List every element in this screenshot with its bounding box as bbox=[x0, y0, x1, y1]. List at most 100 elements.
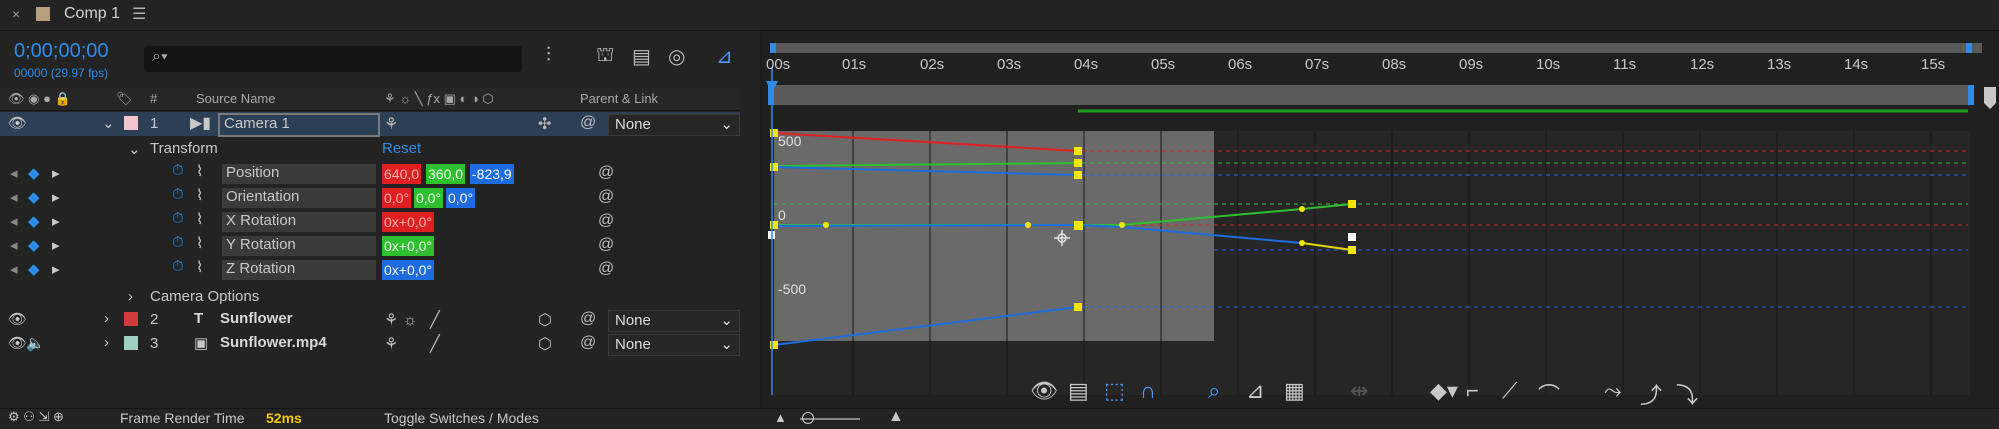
orientation-z-value[interactable]: 0,0° bbox=[446, 188, 476, 208]
eye-icon[interactable]: 👁 bbox=[1030, 378, 1058, 404]
motion-blur-icon[interactable]: ◎ bbox=[668, 44, 685, 69]
graph-icon[interactable]: ⌇ bbox=[196, 210, 203, 228]
hold-keyframe-icon[interactable]: ⌐ bbox=[1466, 378, 1479, 404]
stopwatch-icon[interactable]: ⏱ bbox=[172, 258, 184, 275]
close-icon[interactable]: × bbox=[12, 6, 20, 22]
chevron-right-icon[interactable]: › bbox=[104, 334, 109, 351]
next-keyframe-icon[interactable]: ▸ bbox=[52, 212, 60, 230]
shy-icon[interactable]: ⚘ bbox=[384, 114, 398, 134]
composition-flowchart-icon[interactable]: ⫶ bbox=[546, 44, 551, 67]
graph-editor-options-icon[interactable]: ▦ bbox=[1284, 378, 1305, 404]
3d-layer-icon[interactable]: ⬡ bbox=[538, 334, 552, 354]
fit-selection-icon[interactable]: ⌕ bbox=[1208, 378, 1220, 404]
search-input[interactable] bbox=[144, 46, 522, 72]
stopwatch-icon[interactable]: ⏱ bbox=[172, 210, 184, 227]
3d-layer-icon[interactable]: ⬡ bbox=[538, 310, 552, 330]
quality-icon[interactable]: ╱ bbox=[430, 334, 440, 354]
auto-bezier-icon[interactable]: ⌒ bbox=[1538, 378, 1560, 410]
add-keyframe-icon[interactable]: ◆ bbox=[28, 212, 40, 230]
stopwatch-icon[interactable]: ⏱ bbox=[172, 162, 184, 179]
layer-color-label[interactable] bbox=[124, 336, 138, 350]
z-rotation-value[interactable]: 0x+0,0° bbox=[382, 260, 435, 280]
y-rotation-value[interactable]: 0x+0,0° bbox=[382, 236, 435, 256]
draft-3d-icon[interactable]: ⛫ bbox=[596, 44, 614, 69]
position-y-value[interactable]: 360,0 bbox=[426, 164, 466, 184]
pickwhip-icon[interactable]: @ bbox=[598, 260, 614, 278]
position-x-value[interactable]: 640,0 bbox=[382, 164, 422, 184]
shy-icon[interactable]: ⚘ bbox=[384, 334, 398, 354]
work-area-end[interactable] bbox=[1968, 85, 1974, 105]
pickwhip-icon[interactable]: @ bbox=[580, 334, 596, 352]
frame-blending-icon[interactable]: ▤ bbox=[632, 44, 651, 69]
add-keyframe-icon[interactable]: ◆ bbox=[28, 260, 40, 278]
status-icons[interactable]: ⚙ ⚇ ⇲ ⊕ bbox=[8, 409, 64, 425]
chevron-down-icon[interactable]: ⌄ bbox=[102, 114, 115, 132]
add-keyframe-icon[interactable]: ◆ bbox=[28, 236, 40, 254]
pickwhip-icon[interactable]: @ bbox=[598, 236, 614, 254]
graph-icon[interactable]: ⌇ bbox=[196, 258, 203, 276]
snap-icon[interactable]: ∩ bbox=[1140, 378, 1156, 404]
next-keyframe-icon[interactable]: ▸ bbox=[52, 164, 60, 182]
graph-icon[interactable]: ⌇ bbox=[196, 234, 203, 252]
audio-icon[interactable]: 🔈 bbox=[26, 334, 45, 352]
parent-dropdown[interactable]: None ⌄ bbox=[608, 310, 740, 332]
zoom-in-icon[interactable]: ▲ bbox=[888, 408, 904, 426]
eye-icon[interactable]: 👁 bbox=[8, 114, 27, 132]
selected-keyframe[interactable] bbox=[1348, 233, 1356, 241]
3d-layer-icon[interactable]: ✣ bbox=[538, 114, 551, 134]
prev-keyframe-icon[interactable]: ◂ bbox=[10, 164, 18, 182]
prev-keyframe-icon[interactable]: ◂ bbox=[10, 188, 18, 206]
easy-ease-icon[interactable]: ⤳ bbox=[1604, 378, 1622, 404]
stopwatch-icon[interactable]: ⏱ bbox=[172, 234, 184, 251]
x-rotation-value[interactable]: 0x+0,0° bbox=[382, 212, 435, 232]
layer-name[interactable]: Sunflower.mp4 bbox=[220, 334, 327, 351]
transform-reset-link[interactable]: Reset bbox=[382, 140, 421, 157]
zoom-slider-thumb[interactable] bbox=[802, 412, 814, 424]
graph-editor-canvas[interactable]: 500 0 -500 bbox=[762, 31, 1999, 428]
transform-group-label[interactable]: Transform bbox=[150, 140, 218, 157]
navigator-start-handle[interactable] bbox=[770, 43, 776, 53]
graph-editor-icon[interactable]: ⊿ bbox=[716, 44, 733, 69]
shy-icon[interactable]: ⚘ ☼ bbox=[384, 310, 417, 330]
layer-name[interactable]: Sunflower bbox=[220, 310, 293, 327]
parent-dropdown[interactable]: None ⌄ bbox=[608, 334, 740, 356]
pickwhip-icon[interactable]: @ bbox=[598, 164, 614, 182]
camera-options-label[interactable]: Camera Options bbox=[150, 288, 259, 305]
time-navigator[interactable] bbox=[774, 43, 1982, 53]
orientation-y-value[interactable]: 0,0° bbox=[414, 188, 444, 208]
prev-keyframe-icon[interactable]: ◂ bbox=[10, 212, 18, 230]
pickwhip-icon[interactable]: @ bbox=[598, 188, 614, 206]
comp-marker-bin-icon[interactable] bbox=[1984, 87, 1996, 109]
next-keyframe-icon[interactable]: ▸ bbox=[52, 188, 60, 206]
layer-color-label[interactable] bbox=[124, 312, 138, 326]
toggle-switches-button[interactable]: Toggle Switches / Modes bbox=[384, 410, 539, 426]
add-keyframe-icon[interactable]: ◆ bbox=[28, 188, 40, 206]
transform-box-icon[interactable]: ⬚ bbox=[1104, 378, 1125, 404]
parent-dropdown[interactable]: None ⌄ bbox=[608, 114, 740, 136]
edit-keyframe-icon[interactable]: ◆▾ bbox=[1430, 378, 1458, 404]
orientation-x-value[interactable]: 0,0° bbox=[382, 188, 412, 208]
chevron-down-icon[interactable]: ⌄ bbox=[128, 140, 141, 158]
position-z-value[interactable]: -823,9 bbox=[470, 164, 514, 184]
graph-icon[interactable]: ⌇ bbox=[196, 162, 203, 180]
panel-menu-icon[interactable]: ☰ bbox=[132, 4, 146, 24]
add-keyframe-icon[interactable]: ◆ bbox=[28, 164, 40, 182]
graph-type-icon[interactable]: ▤ bbox=[1068, 378, 1089, 404]
next-keyframe-icon[interactable]: ▸ bbox=[52, 236, 60, 254]
chevron-right-icon[interactable]: › bbox=[104, 310, 109, 327]
layer-color-label[interactable] bbox=[124, 116, 138, 130]
navigator-end-handle[interactable] bbox=[1966, 43, 1972, 53]
fit-all-icon[interactable]: ⊿ bbox=[1246, 378, 1264, 404]
eye-icon[interactable]: 👁 bbox=[8, 310, 27, 328]
easy-ease-out-icon[interactable]: ⤵ bbox=[1676, 378, 1698, 410]
quality-icon[interactable]: ╱ bbox=[430, 310, 440, 330]
zoom-out-icon[interactable]: ▲ bbox=[774, 410, 787, 425]
next-keyframe-icon[interactable]: ▸ bbox=[52, 260, 60, 278]
easy-ease-in-icon[interactable]: ⤴ bbox=[1640, 378, 1662, 410]
pickwhip-icon[interactable]: @ bbox=[580, 310, 596, 328]
eye-icon[interactable]: 👁 bbox=[8, 334, 27, 352]
graph-icon[interactable]: ⌇ bbox=[196, 186, 203, 204]
chevron-right-icon[interactable]: › bbox=[128, 288, 133, 305]
stopwatch-icon[interactable]: ⏱ bbox=[172, 186, 184, 203]
linear-keyframe-icon[interactable]: ⟋ bbox=[1502, 378, 1517, 404]
